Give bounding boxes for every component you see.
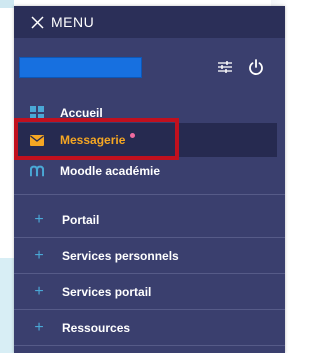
section-label: Services personnels xyxy=(62,249,179,263)
user-name-redacted[interactable] xyxy=(19,57,142,78)
grid-icon xyxy=(30,106,44,120)
section-services-portail[interactable]: + Services portail xyxy=(14,274,285,310)
nav-item-moodle[interactable]: Moodle académie xyxy=(14,154,277,188)
section-label: Services portail xyxy=(62,285,152,299)
nav-item-label: Moodle académie xyxy=(60,164,161,178)
background-fragment xyxy=(0,258,14,353)
notification-dot xyxy=(130,132,136,138)
section-services-personnels[interactable]: + Services personnels xyxy=(14,238,285,274)
section-label: Ressources xyxy=(62,321,131,335)
user-row xyxy=(14,38,285,96)
side-menu-panel: MENU Accueil Messagerie Moodle académie … xyxy=(14,6,285,353)
plus-icon: + xyxy=(34,283,44,300)
background-fragment xyxy=(0,0,14,8)
nav-item-messagerie[interactable]: Messagerie xyxy=(14,123,277,157)
power-icon[interactable] xyxy=(248,58,264,76)
envelope-icon xyxy=(30,133,44,147)
menu-header: MENU xyxy=(14,6,285,38)
close-icon[interactable] xyxy=(29,14,45,30)
divider xyxy=(14,194,285,195)
settings-sliders-icon[interactable] xyxy=(217,59,233,75)
section-label: Portail xyxy=(62,213,100,227)
section-ressources[interactable]: + Ressources xyxy=(14,310,285,346)
nav-item-label: Messagerie xyxy=(60,133,126,147)
divider xyxy=(14,345,285,346)
plus-icon: + xyxy=(34,211,44,228)
moodle-icon xyxy=(30,164,44,178)
nav-item-label: Accueil xyxy=(60,106,103,120)
section-portail[interactable]: + Portail xyxy=(14,202,285,238)
menu-title: MENU xyxy=(51,14,95,30)
plus-icon: + xyxy=(34,247,44,264)
plus-icon: + xyxy=(34,319,44,336)
